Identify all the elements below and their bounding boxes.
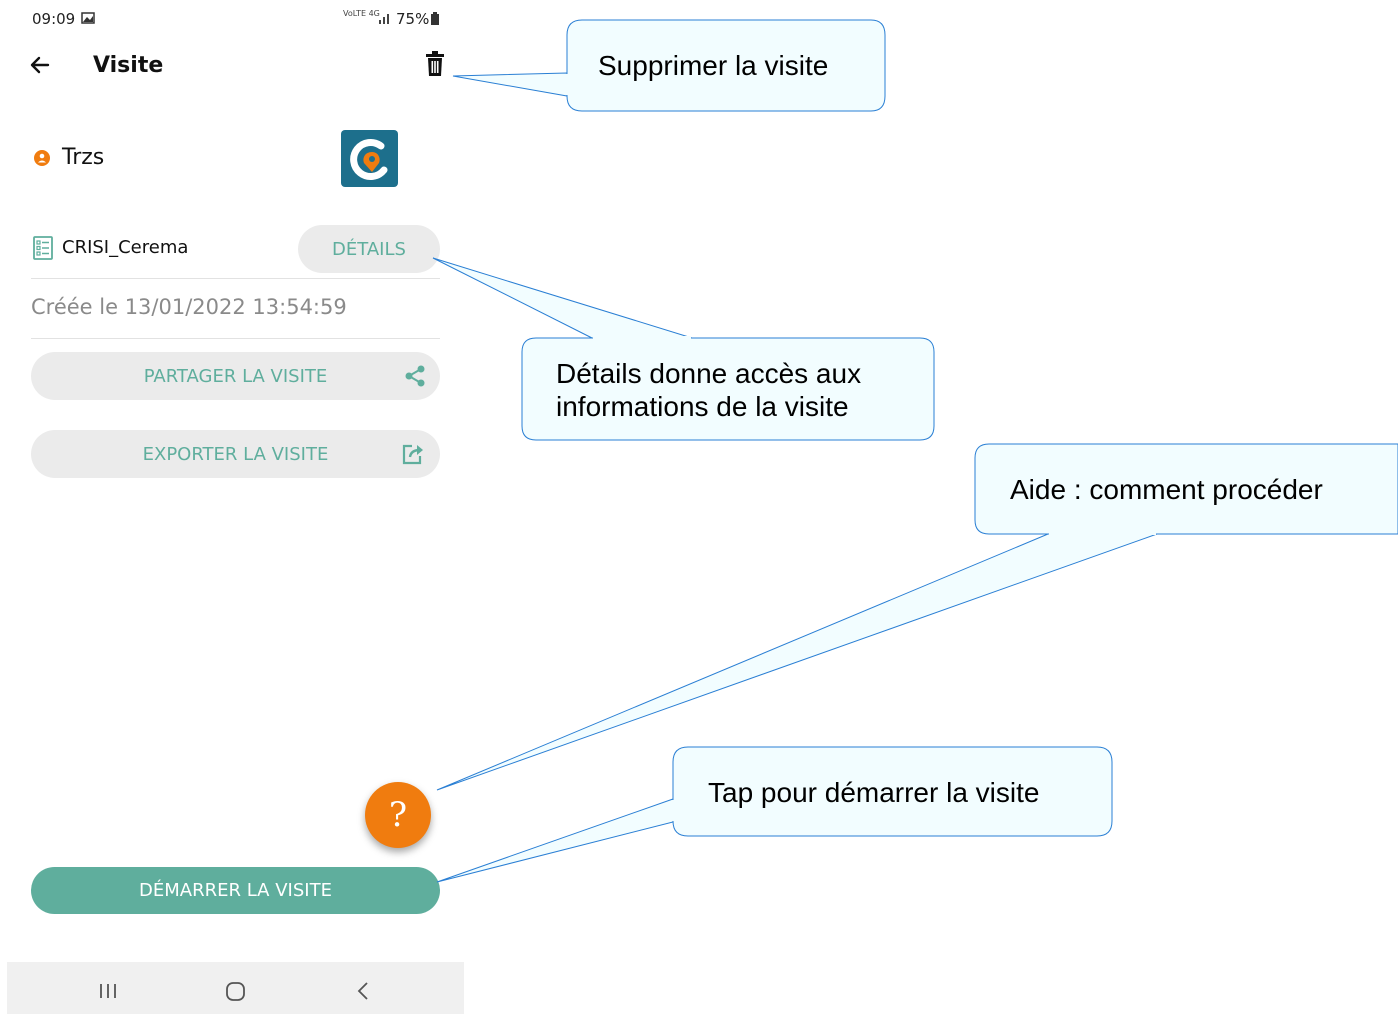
form-list-icon	[33, 236, 53, 260]
form-name: CRISI_Cerema	[62, 237, 189, 258]
share-visit-button[interactable]: PARTAGER LA VISITE	[31, 352, 440, 400]
divider	[31, 338, 440, 339]
page-title: Visite	[93, 53, 164, 78]
user-icon	[34, 150, 50, 166]
details-button[interactable]: DÉTAILS	[298, 225, 440, 273]
trash-icon[interactable]	[425, 51, 445, 77]
back-arrow-icon[interactable]	[28, 53, 52, 77]
battery-level: 75%	[396, 10, 430, 28]
export-visit-label: EXPORTER LA VISITE	[142, 443, 329, 465]
callout-help-pointer	[436, 533, 1158, 791]
nav-back-icon[interactable]	[356, 981, 370, 1001]
help-button[interactable]: ?	[365, 782, 431, 848]
callout-details-text-line1: Détails donne accès aux	[556, 358, 862, 389]
gallery-notification-icon	[81, 12, 95, 24]
export-visit-button[interactable]: EXPORTER LA VISITE	[31, 430, 440, 478]
cerema-logo	[341, 130, 398, 187]
status-time: 09:09	[32, 10, 76, 28]
home-icon[interactable]	[225, 981, 247, 1003]
recent-apps-icon[interactable]	[99, 982, 117, 1000]
network-indicator: VoLTE 4G	[343, 9, 380, 18]
signal-icon	[379, 14, 389, 24]
share-icon	[405, 365, 425, 387]
callout-delete-text: Supprimer la visite	[598, 50, 829, 81]
system-nav-bar	[7, 962, 464, 1014]
battery-icon	[431, 12, 439, 25]
callout-start-text: Tap pour démarrer la visite	[708, 777, 1040, 808]
callout-details-pointer	[432, 257, 693, 339]
created-date: Créée le 13/01/2022 13:54:59	[31, 295, 347, 319]
callout-details-text-line2: informations de la visite	[556, 391, 849, 422]
callout-start-pointer	[436, 798, 674, 883]
export-icon	[402, 444, 423, 465]
callout-delete-pointer	[452, 72, 568, 97]
visit-name: Trzs	[62, 145, 105, 170]
divider	[31, 278, 440, 279]
start-visit-button[interactable]: DÉMARRER LA VISITE	[31, 867, 440, 914]
callout-help-text: Aide : comment procéder	[1010, 474, 1323, 505]
share-visit-label: PARTAGER LA VISITE	[143, 365, 328, 387]
callout-overlay	[432, 19, 1398, 883]
